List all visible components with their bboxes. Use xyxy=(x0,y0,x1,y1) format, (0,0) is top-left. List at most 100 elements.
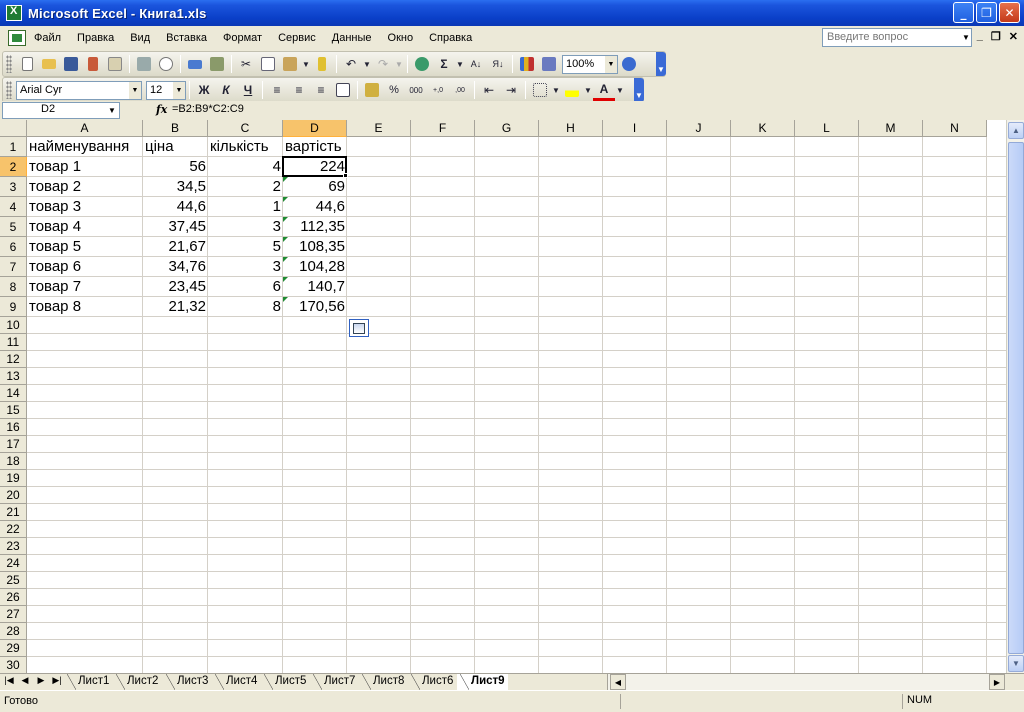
cell-c1[interactable]: кількість xyxy=(208,137,283,157)
scroll-down-icon[interactable]: ▼ xyxy=(1008,655,1024,672)
align-left-icon[interactable]: ≡ xyxy=(266,79,288,101)
sheet-tab-1[interactable]: Лист1 xyxy=(64,674,112,690)
autosum-dropdown-icon[interactable]: ▼ xyxy=(455,53,465,75)
menu-view[interactable]: Вид xyxy=(122,32,158,44)
row-header-19[interactable]: 19 xyxy=(0,470,27,487)
row-header-22[interactable]: 22 xyxy=(0,521,27,538)
permission-icon[interactable] xyxy=(82,53,104,75)
merge-center-icon[interactable] xyxy=(332,79,354,101)
sheet-tab-9[interactable]: Лист9 xyxy=(457,674,508,690)
sheet-tab-8[interactable]: Лист6 xyxy=(408,674,456,690)
fill-handle[interactable] xyxy=(343,173,348,178)
autosum-icon[interactable]: Σ xyxy=(433,53,455,75)
scroll-left-icon[interactable]: ◀ xyxy=(610,674,626,690)
menu-help[interactable]: Справка xyxy=(421,32,480,44)
cell-a4[interactable]: товар 3 xyxy=(27,197,143,217)
cell-d9[interactable]: 170,56 xyxy=(283,297,347,317)
sheet-tab-6[interactable]: Лист7 xyxy=(310,674,358,690)
drawing-icon[interactable] xyxy=(538,53,560,75)
column-header-b[interactable]: B xyxy=(143,120,208,137)
name-box[interactable]: D2 ▼ xyxy=(2,102,120,119)
row-header-23[interactable]: 23 xyxy=(0,538,27,555)
cell-b1[interactable]: ціна xyxy=(143,137,208,157)
worksheet-grid[interactable]: A B C D E F G H I J K L M N 1 2 3 4 5 6 7 8 9 10 11 12 13 14 15 16 17 1… xyxy=(0,120,1006,673)
menu-window[interactable]: Окно xyxy=(380,32,422,44)
formula-input[interactable]: =B2:B9*C2:C9 xyxy=(172,103,244,115)
name-box-dropdown-icon[interactable]: ▼ xyxy=(105,103,119,118)
email-icon[interactable] xyxy=(104,53,126,75)
row-header-9[interactable]: 9 xyxy=(0,297,27,317)
menu-file[interactable]: Файл xyxy=(26,32,69,44)
first-sheet-icon[interactable]: |◀ xyxy=(2,675,16,686)
cell-c5[interactable]: 3 xyxy=(208,217,283,237)
help-dropdown-icon[interactable]: ▼ xyxy=(960,29,972,46)
copy-icon[interactable] xyxy=(257,53,279,75)
cell-b7[interactable]: 34,76 xyxy=(143,257,208,277)
print-icon[interactable] xyxy=(133,53,155,75)
scroll-right-icon[interactable]: ▶ xyxy=(989,674,1005,690)
row-header-15[interactable]: 15 xyxy=(0,402,27,419)
undo-dropdown-icon[interactable]: ▼ xyxy=(362,53,372,75)
vertical-scroll-thumb[interactable] xyxy=(1008,142,1024,654)
fill-color-dropdown-icon[interactable]: ▼ xyxy=(583,79,593,101)
column-header-k[interactable]: K xyxy=(731,120,795,137)
percent-icon[interactable]: % xyxy=(383,79,405,101)
redo-icon[interactable]: ↷ xyxy=(372,53,394,75)
cell-d6[interactable]: 108,35 xyxy=(283,237,347,257)
row-header-3[interactable]: 3 xyxy=(0,177,27,197)
excel-app-icon[interactable] xyxy=(6,5,22,21)
menu-tools[interactable]: Сервис xyxy=(270,32,324,44)
open-icon[interactable] xyxy=(38,53,60,75)
cell-a6[interactable]: товар 5 xyxy=(27,237,143,257)
align-center-icon[interactable]: ≡ xyxy=(288,79,310,101)
column-header-j[interactable]: J xyxy=(667,120,731,137)
cell-a8[interactable]: товар 7 xyxy=(27,277,143,297)
italic-button[interactable]: К xyxy=(215,79,237,101)
cell-b6[interactable]: 21,67 xyxy=(143,237,208,257)
sheet-tab-7[interactable]: Лист8 xyxy=(359,674,407,690)
help-question-input[interactable]: Введите вопрос xyxy=(822,28,972,47)
borders-dropdown-icon[interactable]: ▼ xyxy=(551,79,561,101)
zoom-select[interactable]: 100% ▼ xyxy=(562,54,618,74)
row-header-25[interactable]: 25 xyxy=(0,572,27,589)
row-header-24[interactable]: 24 xyxy=(0,555,27,572)
row-header-18[interactable]: 18 xyxy=(0,453,27,470)
row-header-27[interactable]: 27 xyxy=(0,606,27,623)
cell-b5[interactable]: 37,45 xyxy=(143,217,208,237)
cut-icon[interactable]: ✂ xyxy=(235,53,257,75)
last-sheet-icon[interactable]: ▶| xyxy=(50,675,64,686)
row-header-21[interactable]: 21 xyxy=(0,504,27,521)
row-header-17[interactable]: 17 xyxy=(0,436,27,453)
menu-format[interactable]: Формат xyxy=(215,32,270,44)
new-icon[interactable] xyxy=(16,53,38,75)
format-painter-icon[interactable] xyxy=(311,53,333,75)
column-header-c[interactable]: C xyxy=(208,120,283,137)
minimize-button[interactable]: _ xyxy=(953,2,974,23)
cell-d5[interactable]: 112,35 xyxy=(283,217,347,237)
row-header-6[interactable]: 6 xyxy=(0,237,27,257)
cell-b3[interactable]: 34,5 xyxy=(143,177,208,197)
spelling-icon[interactable] xyxy=(184,53,206,75)
prev-sheet-icon[interactable]: ◀ xyxy=(18,675,32,686)
redo-dropdown-icon[interactable]: ▼ xyxy=(394,53,404,75)
cell-a9[interactable]: товар 8 xyxy=(27,297,143,317)
paste-dropdown-icon[interactable]: ▼ xyxy=(301,53,311,75)
column-header-a[interactable]: A xyxy=(27,120,143,137)
save-icon[interactable] xyxy=(60,53,82,75)
paste-icon[interactable] xyxy=(279,53,301,75)
cell-a7[interactable]: товар 6 xyxy=(27,257,143,277)
cell-c3[interactable]: 2 xyxy=(208,177,283,197)
vertical-scrollbar[interactable]: ▲ ▼ xyxy=(1006,120,1024,673)
sheet-tab-5[interactable]: Лист5 xyxy=(261,674,309,690)
cell-c2[interactable]: 4 xyxy=(208,157,283,177)
font-color-dropdown-icon[interactable]: ▼ xyxy=(615,79,625,101)
doc-close-button[interactable]: ✕ xyxy=(1009,30,1018,43)
cell-a2[interactable]: товар 1 xyxy=(27,157,143,177)
sheet-tab-4[interactable]: Лист4 xyxy=(212,674,260,690)
cell-b9[interactable]: 21,32 xyxy=(143,297,208,317)
currency-icon[interactable] xyxy=(361,79,383,101)
cell-c8[interactable]: 6 xyxy=(208,277,283,297)
cell-c4[interactable]: 1 xyxy=(208,197,283,217)
row-header-16[interactable]: 16 xyxy=(0,419,27,436)
column-header-l[interactable]: L xyxy=(795,120,859,137)
